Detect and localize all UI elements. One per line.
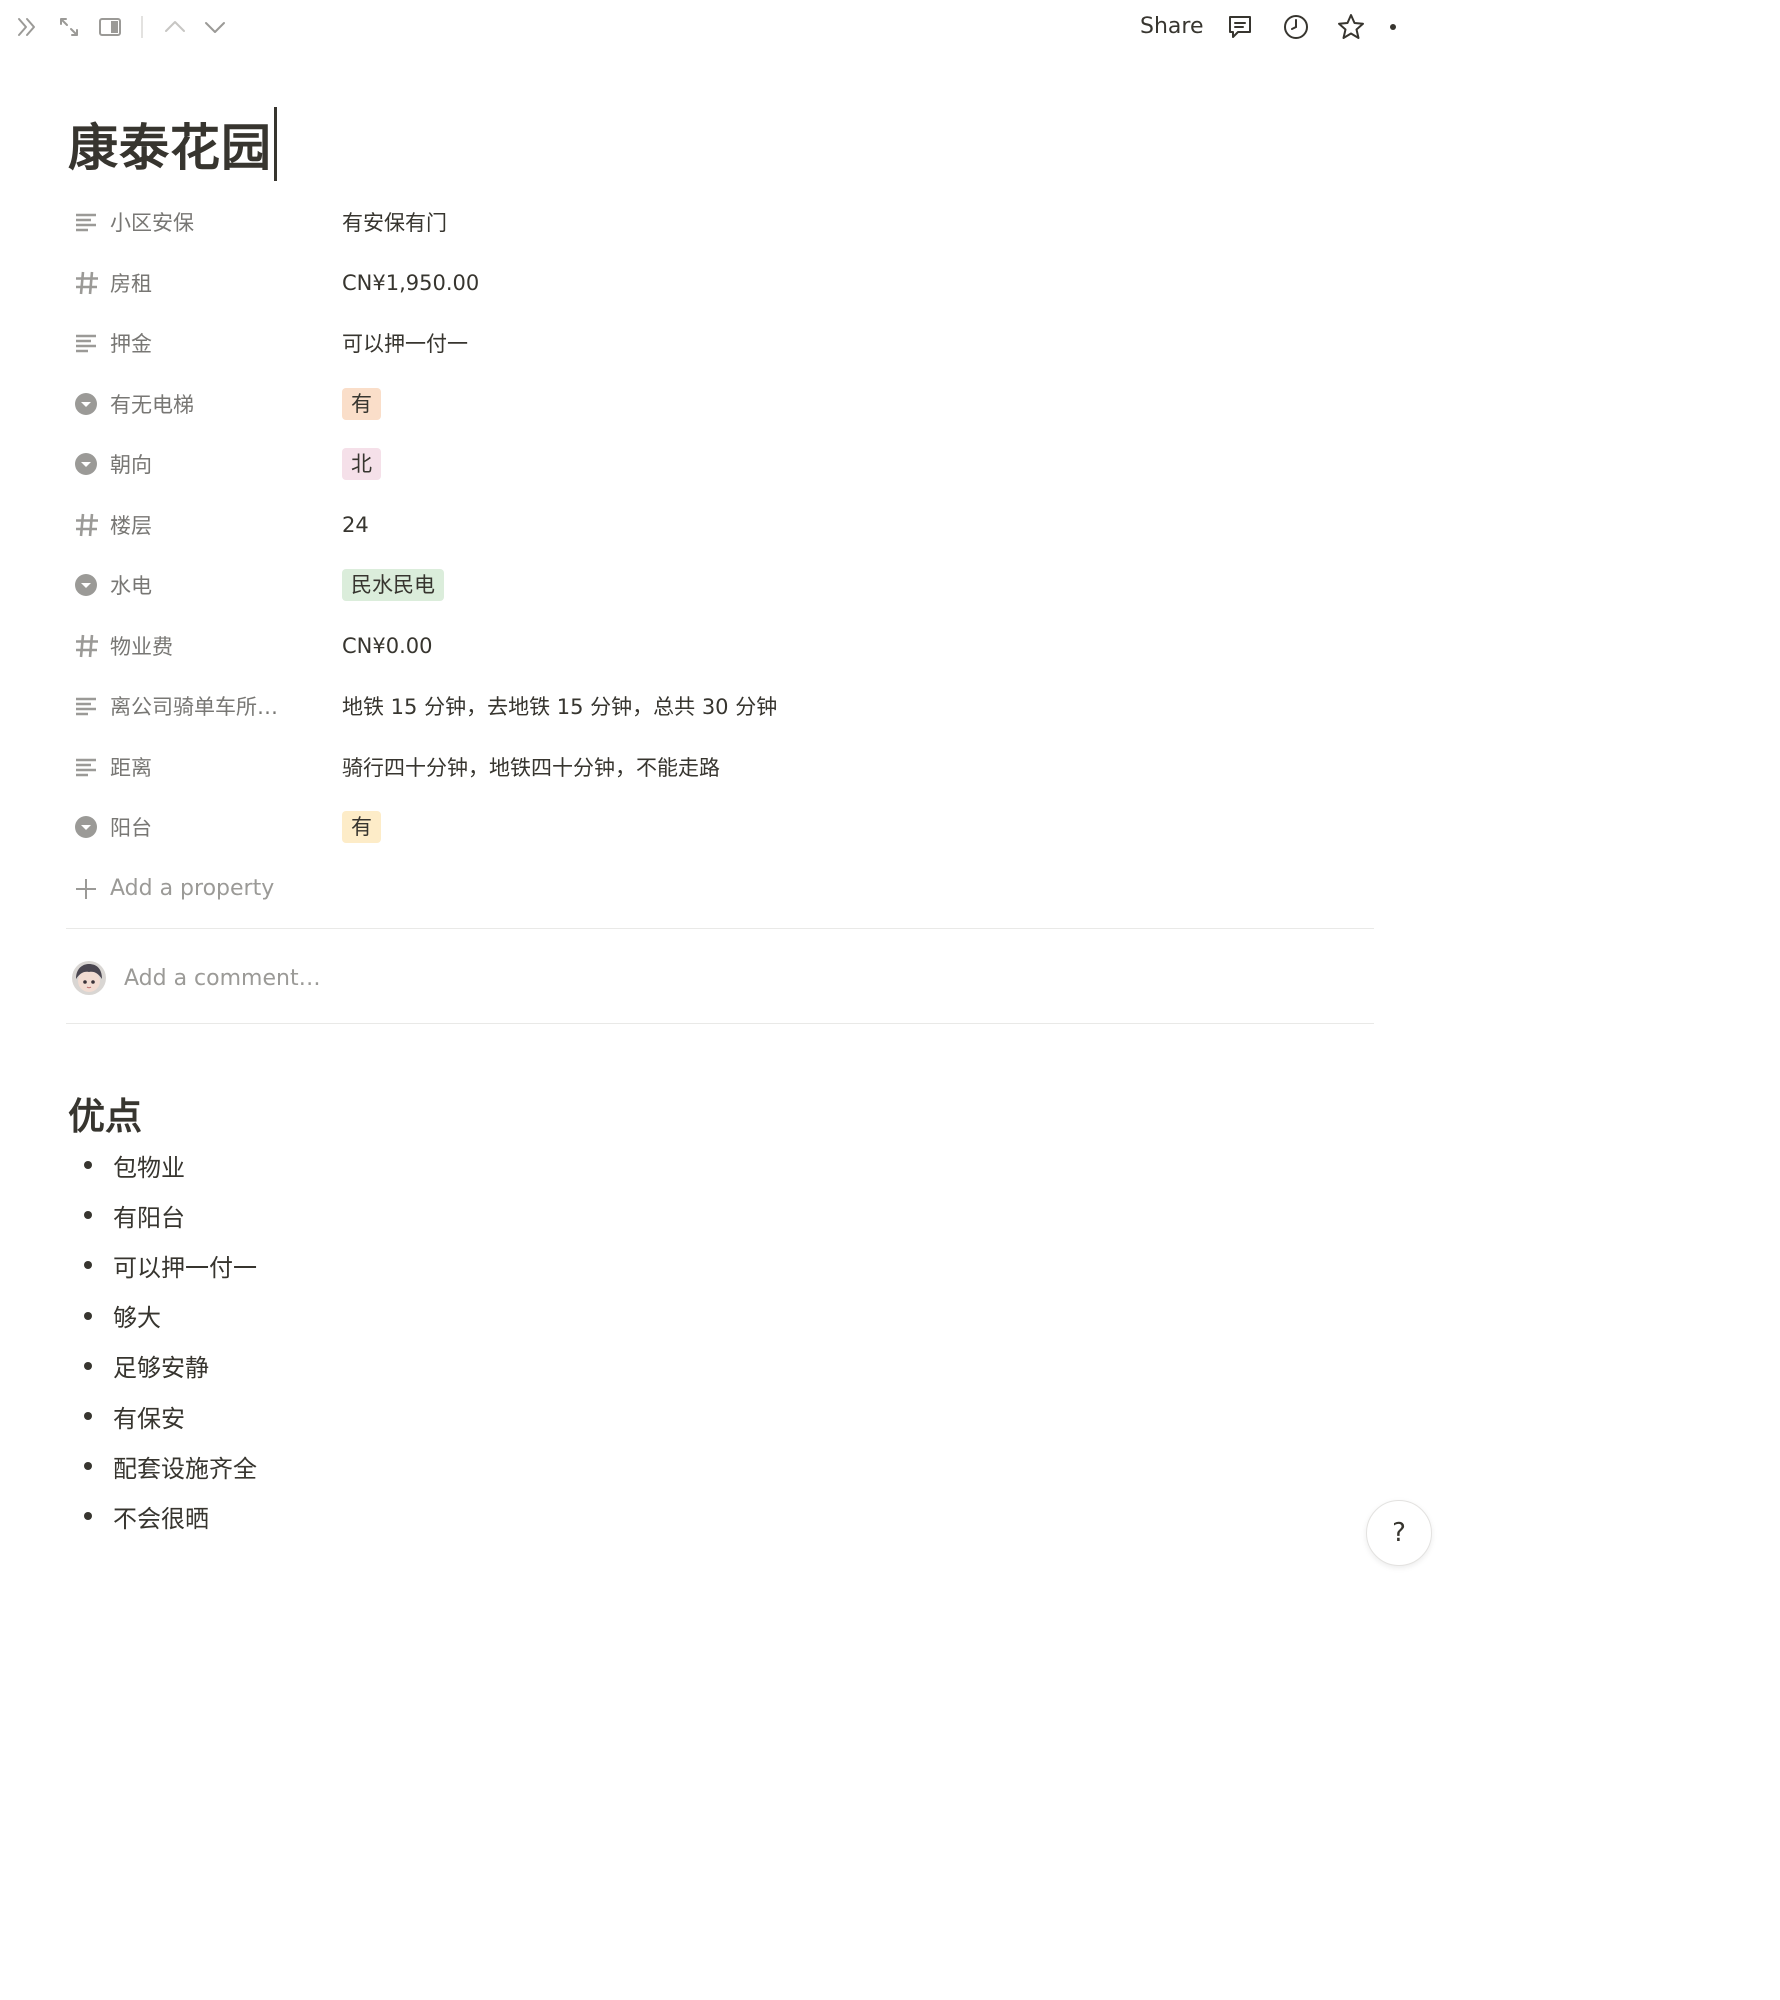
property-value[interactable]: 24: [342, 513, 369, 537]
property-row-management-fee[interactable]: 物业费 CN¥0.00: [66, 616, 1376, 677]
bullet-dot: [84, 1211, 92, 1220]
bullet-dot: [84, 1161, 92, 1170]
list-item[interactable]: 有保安: [70, 1391, 257, 1441]
text-lines-icon: [66, 331, 110, 355]
side-peek-icon[interactable]: [95, 12, 125, 42]
add-property-label: Add a property: [110, 876, 275, 901]
share-button[interactable]: Share: [1140, 12, 1204, 42]
star-icon[interactable]: [1336, 12, 1366, 42]
select-icon: [66, 573, 110, 597]
chevron-up-icon[interactable]: [160, 12, 190, 42]
property-value[interactable]: 可以押一付一: [342, 328, 468, 358]
section-heading[interactable]: 优点: [68, 1086, 142, 1140]
hash-icon: [66, 633, 110, 659]
property-row-deposit[interactable]: 押金 可以押一付一: [66, 313, 1376, 374]
property-row-commute[interactable]: 离公司骑单车所… 地铁 15 分钟，去地铁 15 分钟，总共 30 分钟: [66, 676, 1376, 737]
help-button[interactable]: ?: [1366, 1500, 1432, 1566]
divider: [66, 928, 1374, 929]
bullet-dot: [84, 1512, 92, 1521]
double-chevron-right-icon[interactable]: [12, 12, 42, 42]
property-value[interactable]: 有安保有门: [342, 207, 447, 237]
property-value[interactable]: 民水民电: [342, 569, 444, 602]
property-value[interactable]: CN¥0.00: [342, 634, 433, 658]
clock-history-icon[interactable]: [1281, 12, 1311, 42]
properties-list: 小区安保 有安保有门 房租 CN¥1,950.00 押金 可以押一付一 有无电梯…: [66, 192, 1376, 920]
bullet-dot: [84, 1361, 92, 1370]
list-item-text[interactable]: 不会很晒: [113, 1499, 209, 1534]
bullet-dot: [84, 1261, 92, 1270]
list-item[interactable]: 够大: [70, 1291, 257, 1341]
text-cursor: [274, 107, 277, 181]
property-row-distance[interactable]: 距离 骑行四十分钟，地铁四十分钟，不能走路: [66, 737, 1376, 798]
select-icon: [66, 452, 110, 476]
property-row-security[interactable]: 小区安保 有安保有门: [66, 192, 1376, 253]
property-name[interactable]: 朝向: [110, 449, 342, 479]
list-item-text[interactable]: 可以押一付一: [113, 1248, 257, 1283]
property-value[interactable]: 地铁 15 分钟，去地铁 15 分钟，总共 30 分钟: [342, 691, 777, 721]
plus-icon: [66, 877, 110, 901]
list-item[interactable]: 包物业: [70, 1140, 257, 1190]
property-value[interactable]: 北: [342, 448, 381, 481]
property-row-balcony[interactable]: 阳台 有: [66, 797, 1376, 858]
bullet-dot: [84, 1412, 92, 1421]
text-lines-icon: [66, 694, 110, 718]
list-item-text[interactable]: 有阳台: [113, 1198, 185, 1233]
list-item[interactable]: 可以押一付一: [70, 1240, 257, 1290]
select-tag[interactable]: 民水民电: [342, 569, 444, 602]
expand-arrows-icon[interactable]: [54, 12, 84, 42]
list-item-text[interactable]: 有保安: [113, 1399, 185, 1434]
property-row-floor[interactable]: 楼层 24: [66, 495, 1376, 556]
property-name[interactable]: 房租: [110, 268, 342, 298]
property-name[interactable]: 楼层: [110, 510, 342, 540]
list-item[interactable]: 配套设施齐全: [70, 1441, 257, 1491]
property-value[interactable]: 有: [342, 387, 381, 420]
hash-icon: [66, 270, 110, 296]
bullet-list: 包物业 有阳台 可以押一付一 够大 足够安静 有保安 配套设施齐全 不会很晒: [70, 1140, 257, 1542]
property-row-utilities[interactable]: 水电 民水民电: [66, 555, 1376, 616]
list-item-text[interactable]: 足够安静: [113, 1348, 209, 1383]
add-property-button[interactable]: Add a property: [66, 858, 1376, 920]
list-item-text[interactable]: 够大: [113, 1298, 161, 1333]
bullet-dot: [84, 1462, 92, 1471]
text-lines-icon: [66, 755, 110, 779]
select-icon: [66, 815, 110, 839]
text-lines-icon: [66, 210, 110, 234]
page-title[interactable]: 康泰花园: [68, 108, 272, 180]
top-bar: Share: [0, 0, 1396, 54]
property-row-orientation[interactable]: 朝向 北: [66, 434, 1376, 495]
toolbar-divider: [141, 16, 143, 38]
property-value[interactable]: 骑行四十分钟，地铁四十分钟，不能走路: [342, 752, 720, 782]
page-title-container[interactable]: 康泰花园: [68, 104, 277, 184]
property-value[interactable]: 有: [342, 811, 381, 844]
comment-icon[interactable]: [1225, 12, 1255, 42]
property-name[interactable]: 离公司骑单车所…: [110, 691, 342, 721]
select-icon: [66, 392, 110, 416]
list-item[interactable]: 足够安静: [70, 1341, 257, 1391]
property-name[interactable]: 阳台: [110, 812, 342, 842]
list-item[interactable]: 不会很晒: [70, 1491, 257, 1541]
comment-input[interactable]: Add a comment…: [124, 966, 321, 991]
bullet-dot: [84, 1311, 92, 1320]
property-name[interactable]: 小区安保: [110, 207, 342, 237]
property-name[interactable]: 物业费: [110, 631, 342, 661]
avatar: [72, 961, 106, 995]
hash-icon: [66, 512, 110, 538]
property-value[interactable]: CN¥1,950.00: [342, 271, 479, 295]
select-tag[interactable]: 有: [342, 811, 381, 844]
list-item-text[interactable]: 包物业: [113, 1148, 185, 1183]
property-name[interactable]: 有无电梯: [110, 389, 342, 419]
chevron-down-icon[interactable]: [200, 12, 230, 42]
property-name[interactable]: 押金: [110, 328, 342, 358]
more-dots-icon[interactable]: [1384, 12, 1396, 42]
select-tag[interactable]: 北: [342, 448, 381, 481]
property-name[interactable]: 水电: [110, 570, 342, 600]
comment-input-row[interactable]: Add a comment…: [70, 952, 321, 1004]
list-item-text[interactable]: 配套设施齐全: [113, 1449, 257, 1484]
property-name[interactable]: 距离: [110, 752, 342, 782]
divider: [66, 1023, 1374, 1024]
select-tag[interactable]: 有: [342, 387, 381, 420]
property-row-rent[interactable]: 房租 CN¥1,950.00: [66, 253, 1376, 314]
property-row-elevator[interactable]: 有无电梯 有: [66, 374, 1376, 435]
list-item[interactable]: 有阳台: [70, 1190, 257, 1240]
